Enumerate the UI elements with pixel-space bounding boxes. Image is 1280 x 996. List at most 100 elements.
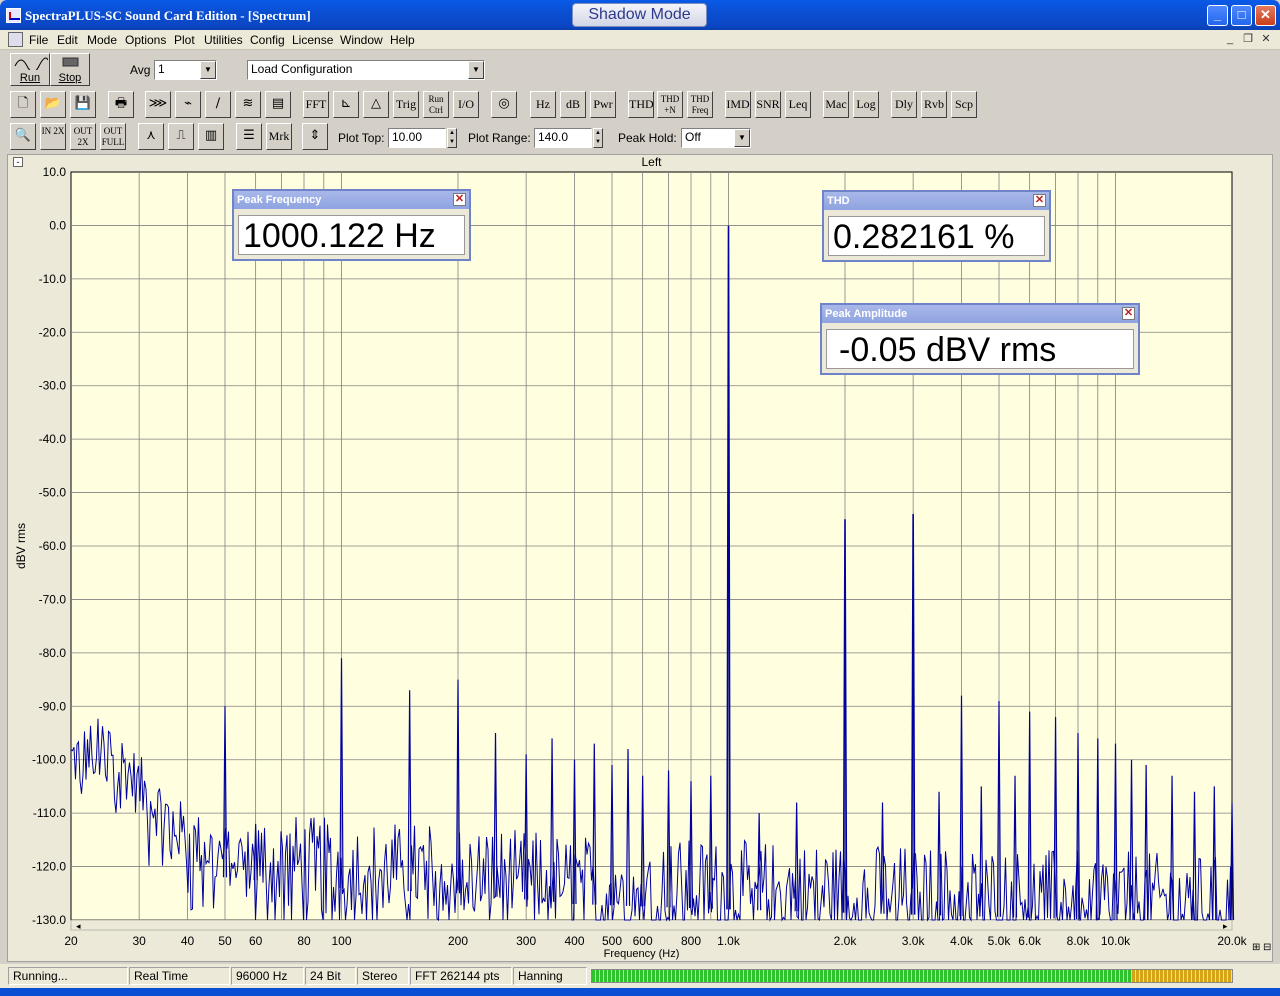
fft-button[interactable]: FFT xyxy=(303,91,329,118)
zoom-magnifier-icon[interactable]: 🔍 xyxy=(10,123,36,150)
status-channels: Stereo xyxy=(357,967,409,985)
hz-button[interactable]: Hz xyxy=(530,91,556,118)
leq-button[interactable]: Leq xyxy=(785,91,811,118)
mdi-minimize-icon[interactable]: _ xyxy=(1222,32,1238,47)
octave-icon[interactable]: ⎍ xyxy=(168,123,194,150)
list-icon[interactable]: ☰ xyxy=(236,123,262,150)
configuration-select[interactable]: Load Configuration ▼ xyxy=(247,60,485,80)
db-button[interactable]: dB xyxy=(560,91,586,118)
plot-range-input[interactable]: 140.0 xyxy=(534,128,592,148)
x-tick-label: 600 xyxy=(633,934,653,948)
scroll-right-icon[interactable]: ▸ xyxy=(1223,921,1228,931)
plot-toolbar: 🔍 IN 2X OUT 2X OUT FULL ⋏ ⎍ ▥ ☰ Mrk ⇕ Pl… xyxy=(0,120,1280,154)
thd-meter[interactable]: THD ✕ 0.282161 % xyxy=(822,190,1051,262)
close-icon[interactable]: ✕ xyxy=(453,193,466,206)
close-icon[interactable]: ✕ xyxy=(1255,5,1276,26)
x-tick-label: 20 xyxy=(64,934,78,948)
trig-button[interactable]: Trig xyxy=(393,91,419,118)
io-button[interactable]: I/O xyxy=(453,91,479,118)
menu-license[interactable]: License xyxy=(292,33,333,47)
chevron-down-icon[interactable]: ▼ xyxy=(468,61,484,79)
ramp-icon[interactable]: ∕ xyxy=(205,91,231,118)
spectrum-chart[interactable]: 10.0 0.0 -10.0 -20.0 -30.0 -40.0 -50.0 -60.0 -70… xyxy=(8,155,1274,963)
dly-button[interactable]: Dly xyxy=(891,91,917,118)
signal-generator-icon[interactable]: ◎ xyxy=(491,91,517,118)
shadow-mode-badge[interactable]: Shadow Mode xyxy=(572,3,707,27)
plot-range-spinner[interactable]: ▲ ▼ xyxy=(593,128,603,148)
mac-button[interactable]: Mac xyxy=(823,91,849,118)
peak-frequency-value: 1000.122 Hz xyxy=(238,215,465,255)
x-tick-label: 8.0k xyxy=(1067,934,1091,948)
record-icon[interactable]: ⋙ xyxy=(145,91,171,118)
stop-button[interactable]: Stop xyxy=(50,53,90,86)
chevron-down-icon[interactable]: ▼ xyxy=(200,61,216,79)
close-icon[interactable]: ✕ xyxy=(1033,194,1046,207)
title-bar: SpectraPLUS-SC Sound Card Edition - [Spe… xyxy=(0,0,1280,30)
x-tick-label: 200 xyxy=(448,934,468,948)
zoom-out-2x-button[interactable]: OUT 2X xyxy=(70,123,96,150)
minimize-icon[interactable]: _ xyxy=(1207,5,1228,26)
log-button[interactable]: Log xyxy=(853,91,879,118)
menu-mode[interactable]: Mode xyxy=(87,33,117,47)
y-tick-label: -90.0 xyxy=(39,699,67,713)
thd-button[interactable]: THD xyxy=(628,91,654,118)
waterfall-icon[interactable]: ≋ xyxy=(235,91,261,118)
x-tick-label: 60 xyxy=(249,934,263,948)
menu-options[interactable]: Options xyxy=(125,33,166,47)
zoom-out-full-button[interactable]: OUT FULL xyxy=(100,123,126,150)
triangle-icon[interactable]: △ xyxy=(363,91,389,118)
zoom-out-icon[interactable]: ⊟ xyxy=(1263,942,1271,953)
peak-hold-select[interactable]: Off ▼ xyxy=(681,128,751,148)
mdi-close-icon[interactable]: ✕ xyxy=(1258,32,1274,47)
menu-edit[interactable]: Edit xyxy=(57,33,78,47)
rvb-button[interactable]: Rvb xyxy=(921,91,947,118)
thd-freq-button[interactable]: THD Freq xyxy=(687,91,713,118)
print-icon[interactable]: 🖶 xyxy=(108,91,134,118)
menu-help[interactable]: Help xyxy=(390,33,415,47)
plot-top-spinner[interactable]: ▲ ▼ xyxy=(447,128,457,148)
y-tick-label: -120.0 xyxy=(32,860,66,874)
menu-window[interactable]: Window xyxy=(340,33,383,47)
new-file-icon[interactable]: 🗋 xyxy=(10,91,36,118)
x-tick-label: 20.0k xyxy=(1217,934,1247,948)
mdi-restore-icon[interactable]: ❐ xyxy=(1240,32,1256,47)
snr-button[interactable]: SNR xyxy=(755,91,781,118)
analyze-icon[interactable]: ⌁ xyxy=(175,91,201,118)
menu-utilities[interactable]: Utilities xyxy=(204,33,243,47)
menu-plot[interactable]: Plot xyxy=(174,33,195,47)
close-icon[interactable]: ✕ xyxy=(1122,307,1135,320)
run-label: Run xyxy=(19,72,41,84)
zoom-in-icon[interactable]: ⊞ xyxy=(1252,942,1260,953)
menu-bar: File Edit Mode Options Plot Utilities Co… xyxy=(0,30,1280,50)
run-button[interactable]: Run xyxy=(10,53,50,86)
scroll-left-icon[interactable]: ◂ xyxy=(76,921,81,931)
avg-select[interactable]: 1 ▼ xyxy=(154,60,217,80)
window-title: SpectraPLUS-SC Sound Card Edition - [Spe… xyxy=(25,8,311,23)
peak-frequency-meter[interactable]: Peak Frequency ✕ 1000.122 Hz xyxy=(232,189,471,261)
x-axis-label: Frequency (Hz) xyxy=(604,948,680,960)
spectrogram-icon[interactable]: ▤ xyxy=(265,91,291,118)
plot-top-input[interactable]: 10.00 xyxy=(388,128,446,148)
app-icon[interactable] xyxy=(6,8,21,23)
pwr-button[interactable]: Pwr xyxy=(590,91,616,118)
bars-icon[interactable]: ▥ xyxy=(198,123,224,150)
zoom-in-2x-button[interactable]: IN 2X xyxy=(40,123,66,150)
axis-icon[interactable]: ⊾ xyxy=(333,91,359,118)
peak-amplitude-meter[interactable]: Peak Amplitude ✕ -0.05 dBV rms xyxy=(820,303,1140,375)
thd-n-button[interactable]: THD +N xyxy=(657,91,683,118)
save-disk-icon[interactable]: 💾 xyxy=(70,91,96,118)
menu-config[interactable]: Config xyxy=(250,33,285,47)
peak-icon[interactable]: ⋏ xyxy=(138,123,164,150)
maximize-icon[interactable]: □ xyxy=(1231,5,1252,26)
range-icon[interactable]: ⇕ xyxy=(302,123,328,150)
open-folder-icon[interactable]: 📂 xyxy=(40,91,66,118)
document-icon[interactable] xyxy=(8,32,23,47)
chevron-down-icon[interactable]: ▼ xyxy=(734,129,750,147)
imd-button[interactable]: IMD xyxy=(725,91,751,118)
scp-button[interactable]: Scp xyxy=(951,91,977,118)
run-ctrl-button[interactable]: Run Ctrl xyxy=(423,91,449,118)
menu-file[interactable]: File xyxy=(29,33,48,47)
y-tick-label: 10.0 xyxy=(43,165,67,179)
marker-button[interactable]: Mrk xyxy=(266,123,292,150)
horizontal-scrollbar[interactable] xyxy=(70,919,1233,931)
